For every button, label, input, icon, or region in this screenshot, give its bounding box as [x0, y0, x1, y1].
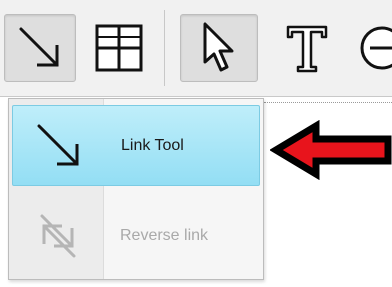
- select-toolbar-button[interactable]: [180, 14, 258, 82]
- diagonal-arrow-icon: [19, 27, 59, 67]
- text-toolbar-button[interactable]: [276, 14, 338, 82]
- menu-item-label: Reverse link: [120, 226, 209, 244]
- screenshot-stage: Link Tool Reverse link: [0, 0, 392, 287]
- canvas-edge: [264, 102, 392, 103]
- zoom-out-toolbar-button[interactable]: [356, 14, 392, 82]
- menu-item-label: Link Tool: [121, 136, 184, 154]
- cursor-pointer-icon: [203, 22, 234, 72]
- toolbar-separator: [164, 10, 165, 86]
- table-toolbar-button[interactable]: [84, 14, 154, 82]
- grid-icon: [95, 24, 143, 72]
- diagonal-arrow-icon: [13, 106, 105, 185]
- red-arrow-pointer-icon: [269, 119, 392, 184]
- toolbar: [0, 0, 392, 97]
- menu-item-link-tool[interactable]: Link Tool: [12, 105, 260, 186]
- text-t-icon: [286, 25, 328, 73]
- link-tool-dropdown-menu: Link Tool Reverse link: [8, 98, 264, 280]
- circle-minus-icon: [360, 26, 392, 70]
- link-tool-toolbar-button[interactable]: [4, 14, 76, 82]
- menu-item-reverse-link[interactable]: Reverse link: [12, 195, 260, 276]
- reverse-arrows-icon: [12, 195, 104, 276]
